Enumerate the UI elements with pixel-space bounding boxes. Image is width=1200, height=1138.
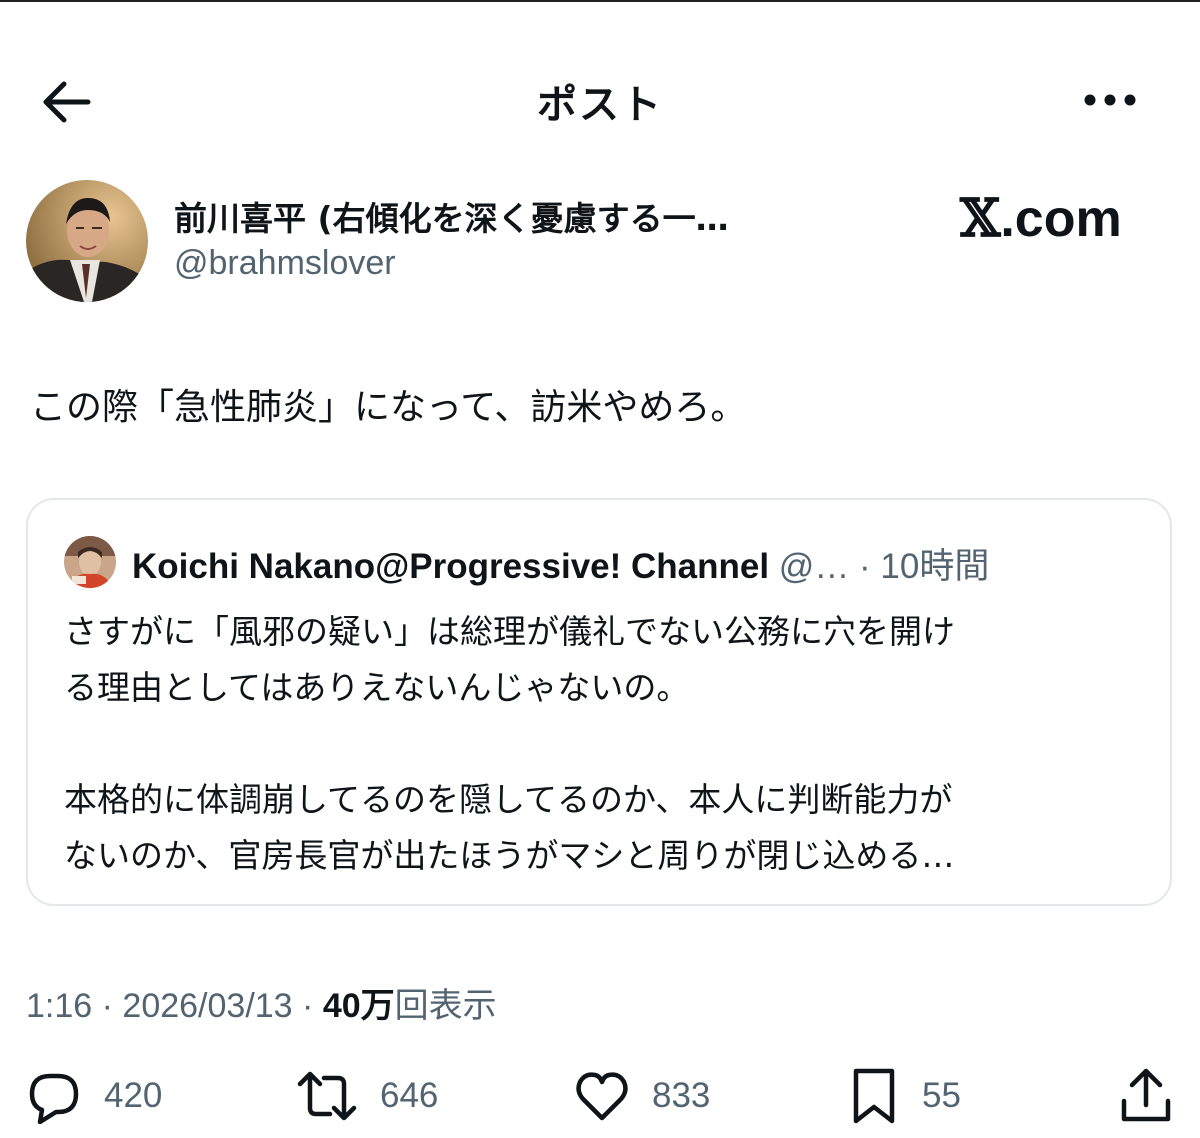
repost-button[interactable]: 646 <box>296 1062 438 1130</box>
quoted-author-avatar <box>64 536 116 588</box>
author-display-name[interactable]: 前川喜平 (右傾化を深く憂慮する一… <box>174 192 874 240</box>
more-horizontal-icon <box>1084 94 1136 106</box>
page-title: ポスト <box>537 82 663 128</box>
like-button[interactable]: 833 <box>574 1062 710 1130</box>
quoted-line: ないのか、官房長官が出たほうがマシと周りが閉じ込める… <box>64 836 955 875</box>
quoted-meta: @… · 10時間 <box>769 547 990 586</box>
post-date[interactable]: 2026/03/13 <box>122 987 292 1025</box>
share-button[interactable] <box>1118 1062 1174 1130</box>
post-meta: 1:16 · 2026/03/13 · 40万回表示 <box>26 978 497 1027</box>
bookmark-icon <box>853 1068 895 1124</box>
brand-watermark: 𝕏.com <box>960 188 1122 249</box>
reply-button[interactable]: 420 <box>26 1062 162 1130</box>
views-label: 回表示 <box>394 987 497 1025</box>
quoted-post[interactable]: Koichi Nakano@Progressive! Channel @… · … <box>26 498 1172 906</box>
meta-separator: · <box>302 987 323 1025</box>
repost-count: 646 <box>380 1076 439 1115</box>
heart-icon <box>576 1072 628 1121</box>
quoted-line: 本格的に体調崩してるのを隠してるのか、本人に判断能力が <box>64 780 953 819</box>
top-divider <box>0 0 1200 2</box>
top-bar: ポスト <box>0 60 1200 140</box>
bookmark-count: 55 <box>922 1076 961 1115</box>
post-time[interactable]: 1:16 <box>26 987 92 1025</box>
quoted-line: る理由としてはありえないんじゃないの。 <box>64 668 690 707</box>
repost-icon <box>297 1071 357 1121</box>
x-logo-icon: 𝕏 <box>960 188 1001 249</box>
like-count: 833 <box>652 1076 711 1115</box>
post-text: この際「急性肺炎」になって、訪米やめろ。 <box>30 387 747 428</box>
quoted-author-name[interactable]: Koichi Nakano@Progressive! Channel <box>132 547 769 586</box>
views-count: 40万 <box>322 987 395 1025</box>
meta-separator: · <box>101 987 123 1025</box>
author-avatar[interactable] <box>26 180 148 302</box>
reply-bubble-icon <box>29 1073 79 1124</box>
action-bar: 420 646 833 55 <box>0 1062 1200 1130</box>
quoted-line: さすがに「風邪の疑い」は総理が儀礼でない公務に穴を開け <box>64 612 955 651</box>
author-handle[interactable]: @brahmslover <box>174 244 396 283</box>
brand-domain: .com <box>1000 190 1122 248</box>
bookmark-button[interactable]: 55 <box>848 1062 961 1130</box>
more-button[interactable] <box>1080 76 1140 124</box>
share-icon <box>1121 1068 1171 1122</box>
quoted-header: Koichi Nakano@Progressive! Channel @… · … <box>132 538 989 589</box>
reply-count: 420 <box>104 1076 163 1115</box>
quoted-text: さすがに「風邪の疑い」は総理が儀礼でない公務に穴を開け る理由としてはありえない… <box>64 604 1144 884</box>
